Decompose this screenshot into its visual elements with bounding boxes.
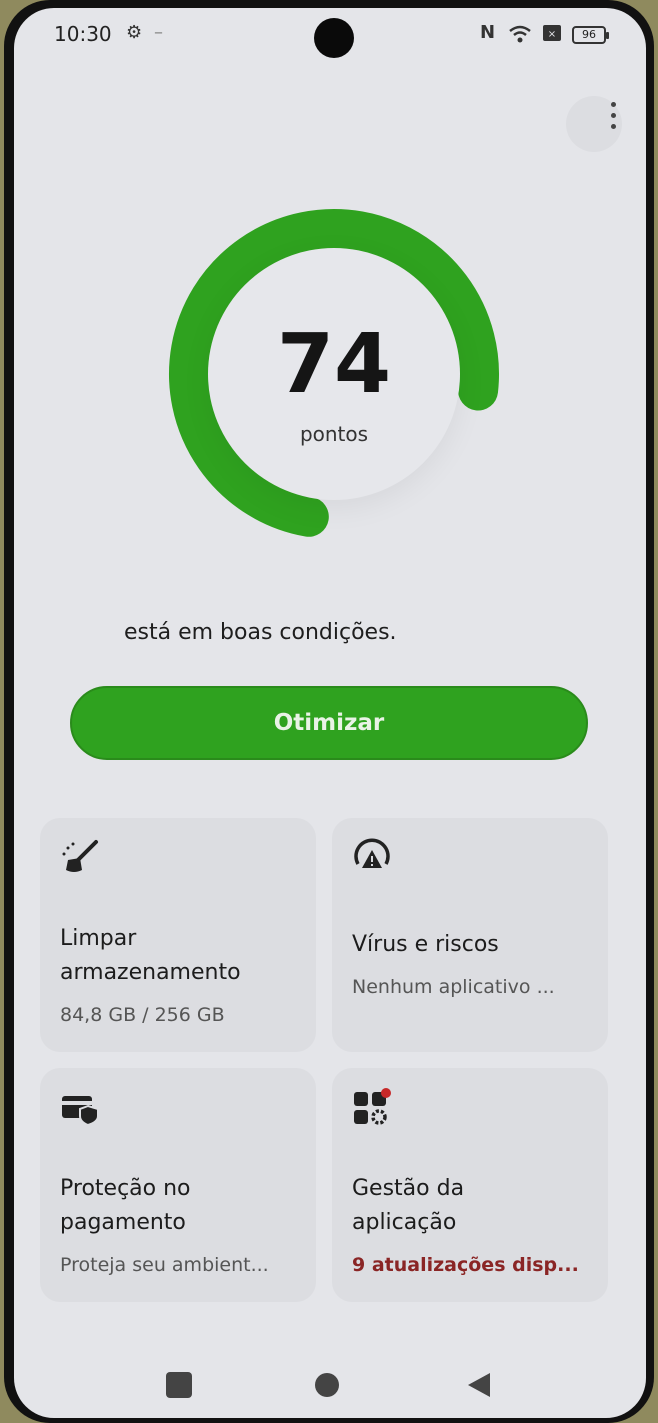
phone-frame: 10:30 ⚙ – N × 96 74 pontos está em boas … xyxy=(4,0,654,1423)
recents-button[interactable] xyxy=(154,1360,204,1410)
card-title-line2: aplicação xyxy=(352,1210,457,1235)
card-subtitle: 84,8 GB / 256 GB xyxy=(60,1004,225,1026)
condition-text: está em boas condições. xyxy=(124,620,397,645)
screen: 10:30 ⚙ – N × 96 74 pontos está em boas … xyxy=(14,8,646,1418)
status-bar: 10:30 ⚙ – N × 96 xyxy=(14,8,646,68)
recents-icon xyxy=(166,1372,192,1398)
sim-icon: × xyxy=(542,24,562,46)
card-app-management[interactable]: Gestão da aplicação 9 atualizações disp.… xyxy=(332,1068,608,1302)
score-gauge: 74 pontos xyxy=(164,204,504,544)
dash-icon: – xyxy=(154,22,163,43)
score-unit: pontos xyxy=(299,422,369,446)
back-button[interactable] xyxy=(454,1360,504,1410)
broom-icon xyxy=(60,838,100,878)
card-subtitle: Nenhum aplicativo ... xyxy=(352,976,555,998)
more-options-button[interactable] xyxy=(562,84,626,164)
card-clean-storage[interactable]: Limpar armazenamento 84,8 GB / 256 GB xyxy=(40,818,316,1052)
card-title: Vírus e riscos xyxy=(352,932,499,957)
card-title: Proteção no xyxy=(60,1176,191,1201)
more-vertical-icon xyxy=(611,102,616,129)
svg-text:×: × xyxy=(548,29,556,40)
back-icon xyxy=(468,1373,490,1397)
card-virus-risks[interactable]: Vírus e riscos Nenhum aplicativo ... xyxy=(332,818,608,1052)
status-time: 10:30 xyxy=(54,22,112,46)
home-button[interactable] xyxy=(302,1360,352,1410)
score-value: 74 xyxy=(276,317,392,412)
warning-shield-icon xyxy=(352,838,392,878)
card-shield-icon xyxy=(60,1088,100,1128)
nfc-icon: N xyxy=(480,22,496,43)
settings-gear-icon: ⚙ xyxy=(126,22,143,43)
card-title-line2: pagamento xyxy=(60,1210,186,1235)
front-camera xyxy=(314,18,354,58)
navigation-bar xyxy=(14,1346,646,1418)
home-icon xyxy=(315,1373,339,1397)
wifi-icon xyxy=(508,24,532,48)
card-payment-protection[interactable]: Proteção no pagamento Proteja seu ambien… xyxy=(40,1068,316,1302)
card-subtitle: 9 atualizações disp... xyxy=(352,1254,579,1276)
card-title: Limpar xyxy=(60,926,137,951)
card-title-line2: armazenamento xyxy=(60,960,241,985)
card-title: Gestão da xyxy=(352,1176,465,1201)
optimize-button[interactable]: Otimizar xyxy=(70,686,588,760)
app-manage-icon xyxy=(352,1088,392,1128)
battery-indicator: 96 xyxy=(572,26,609,44)
card-subtitle: Proteja seu ambient... xyxy=(60,1254,269,1276)
